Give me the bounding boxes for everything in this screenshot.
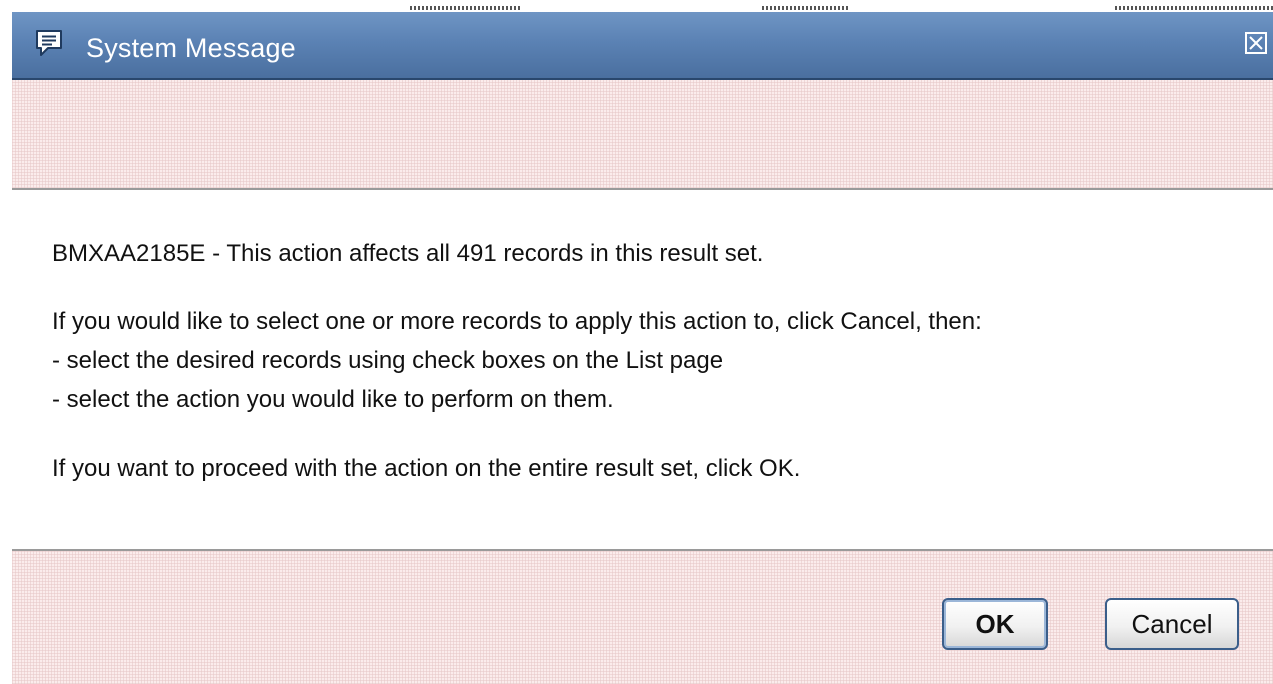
message-line: BMXAA2185E - This action affects all 491… <box>52 240 764 267</box>
cancel-button[interactable]: Cancel <box>1105 598 1239 650</box>
dialog-titlebar[interactable]: System Message <box>12 12 1273 80</box>
page: System Message BMXAA2185E - This action … <box>0 0 1273 684</box>
system-message-dialog: System Message BMXAA2185E - This action … <box>12 12 1273 684</box>
message-line: If you would like to select one or more … <box>52 308 982 335</box>
dialog-button-bar <box>12 549 1273 684</box>
underlying-page-mark <box>762 6 848 10</box>
underlying-page-strip <box>0 0 1273 12</box>
message-icon <box>36 30 62 56</box>
message-line: If you want to proceed with the action o… <box>52 455 801 482</box>
message-body: BMXAA2185E - This action affects all 491… <box>52 234 1267 488</box>
message-line: - select the action you would like to pe… <box>52 386 614 413</box>
dialog-header-band <box>12 80 1273 190</box>
dialog-title: System Message <box>86 33 296 63</box>
underlying-page-mark <box>1115 6 1273 10</box>
underlying-page-mark <box>410 6 522 10</box>
close-icon[interactable] <box>1245 32 1267 54</box>
ok-button[interactable]: OK <box>942 598 1048 650</box>
message-line: - select the desired records using check… <box>52 347 724 374</box>
